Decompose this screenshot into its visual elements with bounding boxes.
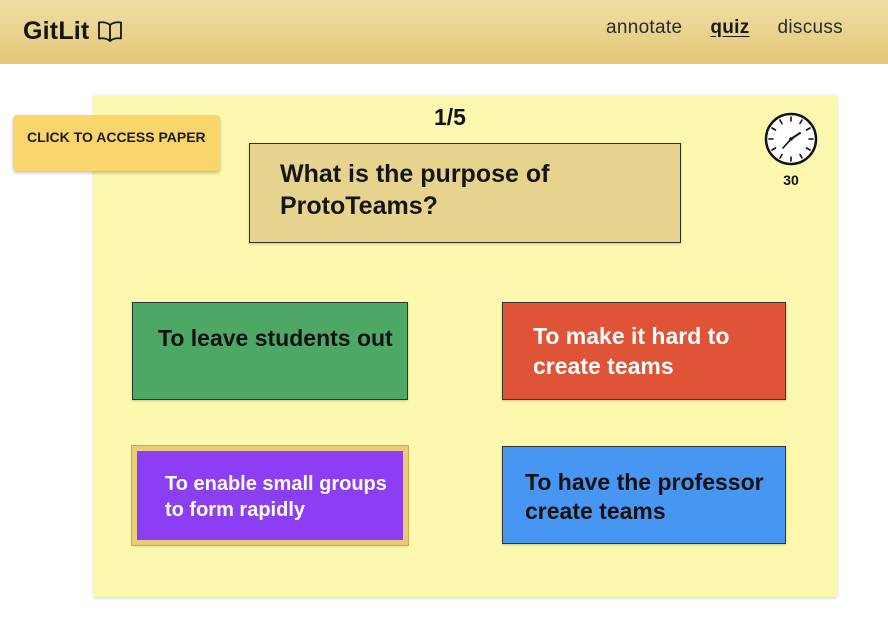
answer-option-3[interactable]: To enable small groups to form rapidly xyxy=(131,445,409,546)
answer-option-2[interactable]: To make it hard to create teams xyxy=(502,302,786,400)
nav-quiz[interactable]: quiz xyxy=(710,17,749,39)
question-progress: 1/5 xyxy=(434,104,466,130)
answer-option-4[interactable]: To have the professor create teams xyxy=(502,446,786,544)
timer-value: 30 xyxy=(783,172,799,188)
answer-option-1[interactable]: To leave students out xyxy=(132,302,408,400)
app-header: GitLit annotate quiz discuss xyxy=(0,0,888,64)
brand-name: GitLit xyxy=(23,16,90,45)
nav-annotate[interactable]: annotate xyxy=(606,17,682,39)
access-paper-button[interactable]: CLICK TO ACCESS PAPER xyxy=(13,115,220,171)
nav-discuss[interactable]: discuss xyxy=(778,17,843,39)
main-nav: annotate quiz discuss xyxy=(606,17,843,39)
question-card: What is the purpose of ProtoTeams? xyxy=(249,143,681,243)
open-book-icon xyxy=(97,20,123,42)
brand[interactable]: GitLit xyxy=(23,14,123,48)
clock-icon xyxy=(764,112,818,166)
timer: 30 xyxy=(764,112,818,188)
